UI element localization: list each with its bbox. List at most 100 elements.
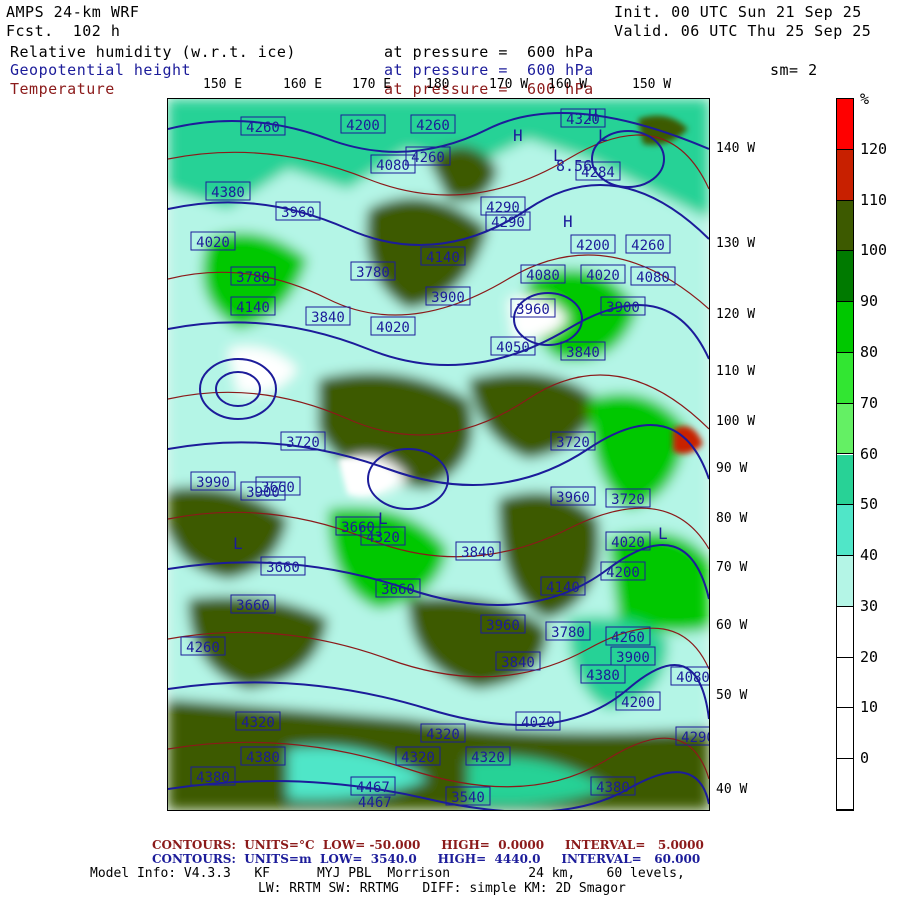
height-label-text: 4380 [596,780,630,796]
height-label: 3840 [560,341,606,361]
height-label: 4200 [570,234,616,254]
right-longitude-label: 70 W [716,560,748,575]
height-label: 4020 [370,316,416,336]
right-longitude-label: 100 W [716,414,756,429]
height-label-text: 4290 [681,730,709,746]
top-longitude-label: 160 W [548,77,588,92]
top-longitude-label: 150 W [632,77,672,92]
height-label: 4080 [520,264,566,284]
height-label: 3960 [550,486,596,506]
height-label: 4290 [480,196,526,216]
colorbar-label: 90 [860,292,879,311]
height-label-text: 3960 [516,302,550,318]
height-label-text: 3840 [311,310,345,326]
height-label-text: 4380 [211,185,245,201]
temperature-contour-info: CONTOURS: UNITS=°C LOW= -50.000 HIGH= 0.… [152,838,704,852]
right-longitude-label: 120 W [716,307,756,322]
height-label-text: 4080 [636,270,670,286]
height-label-text: 3720 [556,435,590,451]
height-label-text: 3840 [501,655,535,671]
colorbar-label: 110 [860,190,888,209]
height-label-text: 4200 [621,695,655,711]
height-label-text: 4260 [246,120,280,136]
colorbar-label: 80 [860,342,879,361]
colorbar-segment [837,251,853,303]
colorbar-segment [837,606,853,658]
height-label-text: 3720 [286,435,320,451]
height-label-text: 4290 [486,200,520,216]
colorbar-segment [837,454,853,506]
height-label-text: 4380 [586,668,620,684]
colorbar-label: 120 [860,139,888,158]
height-label: 3780 [545,621,591,641]
height-label-text: 4140 [236,300,270,316]
model-info-line1: Model Info: V4.3.3 KF MYJ PBL Morrison 2… [90,866,685,881]
height-label-text: 4080 [526,268,560,284]
top-longitude-label: 150 E [203,77,243,92]
right-longitude-label: 140 W [716,141,756,156]
height-label-text: 3960 [486,618,520,634]
top-longitude-label: 170 W [489,77,529,92]
height-contour-info: CONTOURS: UNITS=m LOW= 3540.0 HIGH= 4440… [152,852,701,866]
height-label: 4320 [420,723,466,743]
colorbar-segment [837,556,853,607]
height-label: 3960 [510,298,556,318]
height-label: 3660 [375,578,421,598]
height-label-text: 4320 [241,715,275,731]
low-pressure-marker: L [658,524,668,543]
colorbar-segment [837,708,853,760]
height-label: 4290 [675,726,709,746]
colorbar-label: 70 [860,393,879,412]
height-label-text: 4080 [676,670,709,686]
high-pressure-marker: H [588,106,598,125]
height-label-text: 4467 [356,780,390,796]
low-pressure-marker: L [233,534,243,553]
height-label: 4320 [465,746,511,766]
height-label: 3960 [275,201,321,221]
height-label: 4260 [605,626,651,646]
height-label-text: 4200 [576,238,610,254]
height-label: 4467 [350,776,396,796]
right-longitude-label: 130 W [716,236,756,251]
height-label: 3540 [445,786,491,806]
colorbar-segment [837,200,853,252]
height-label: 4140 [420,246,466,266]
height-label: 3840 [455,541,501,561]
colorbar-segment [837,352,853,404]
height-label-text: 4320 [366,530,400,546]
right-longitude-label: 50 W [716,688,748,703]
height-label: 4020 [190,231,236,251]
height-label: 4380 [590,776,636,796]
colorbar-segment [837,505,853,557]
height-label-text: 3780 [356,265,390,281]
right-longitude-label: 80 W [716,511,748,526]
height-label: 4260 [410,114,456,134]
height-label-text: 3840 [566,345,600,361]
height-label: 3720 [550,431,596,451]
height-label-text: 4020 [611,535,645,551]
height-label-text: 4380 [196,770,230,786]
height-label-text: 3660 [266,560,300,576]
height-label-text: 4320 [426,727,460,743]
colorbar [836,98,854,811]
colorbar-segment [837,302,853,353]
right-longitude-label: 60 W [716,618,748,633]
field2-name: Geopotential height [10,61,192,79]
height-label: 4080 [370,154,416,174]
valid-time: Valid. 06 UTC Thu 25 Sep 25 [614,22,872,40]
height-label: 4050 [490,336,536,356]
right-longitude-label: 90 W [716,461,748,476]
height-label: 3900 [240,481,286,501]
model-title: AMPS 24-km WRF [6,3,140,21]
height-label-text: 4200 [606,565,640,581]
height-label: 4260 [240,116,286,136]
height-label-text: 3900 [246,485,280,501]
height-label-text: 4380 [246,750,280,766]
height-label: 4260 [405,146,451,166]
height-label: 3900 [425,286,471,306]
height-label-text: 3960 [281,205,315,221]
height-label: 4200 [340,114,386,134]
height-label-text: 4020 [586,268,620,284]
top-longitude-label: 170 E [352,77,392,92]
height-label-text: 4200 [346,118,380,134]
